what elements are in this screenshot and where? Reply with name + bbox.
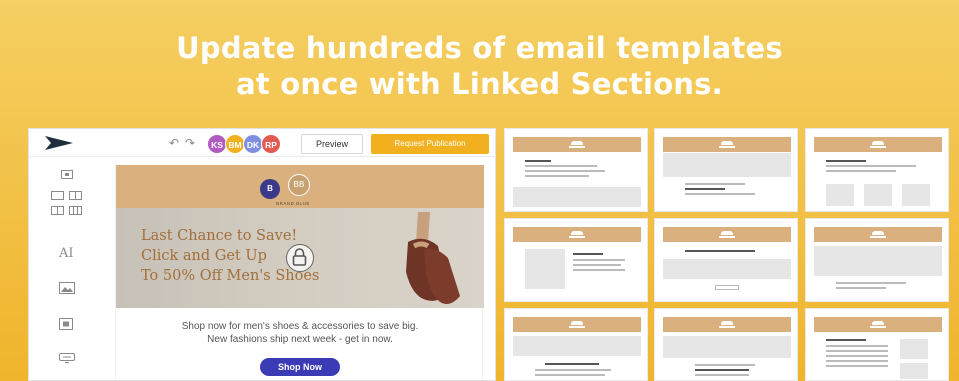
template-thumbnail[interactable] <box>504 128 648 212</box>
email-header[interactable]: B BB BRAND BLUE <box>116 165 484 208</box>
template-thumbnail[interactable] <box>805 308 949 381</box>
headline-line-2: at once with Linked Sections. <box>236 67 723 101</box>
undo-icon[interactable]: ↶ <box>169 136 179 150</box>
hero-line-2: Click and Get Up <box>141 248 267 264</box>
template-thumbnail[interactable] <box>654 308 798 381</box>
email-canvas: B BB BRAND BLUE Last Chance to Save! Cli… <box>115 165 484 380</box>
template-thumbnail[interactable] <box>654 128 798 212</box>
text-block-icon[interactable]: AI <box>59 246 74 261</box>
template-thumbnail[interactable] <box>805 218 949 302</box>
avatar-ks[interactable]: KS <box>207 134 227 154</box>
shoe-photo <box>406 212 460 304</box>
template-thumbnail[interactable] <box>654 218 798 302</box>
hero-line-1: Last Chance to Save! <box>141 228 298 244</box>
headline: Update hundreds of email templates at on… <box>0 30 959 102</box>
headline-line-1: Update hundreds of email templates <box>176 31 783 65</box>
email-editor: ↶ ↷ KS BM DK RP Preview Request Publicat… <box>28 128 496 381</box>
preview-button[interactable]: Preview <box>301 134 363 154</box>
brand-logo-icon: B <box>260 179 280 199</box>
three-column-icon[interactable] <box>51 206 83 215</box>
redo-icon[interactable]: ↷ <box>185 136 195 150</box>
editor-toolbar: ↶ ↷ KS BM DK RP Preview Request Publicat… <box>29 129 495 157</box>
block-sidebar: AI <box>29 158 107 380</box>
two-column-icon[interactable] <box>51 191 83 200</box>
body-line-2: New fashions ship next week - get in now… <box>207 334 393 345</box>
body-line-1: Shop now for men's shoes & accessories t… <box>181 321 419 332</box>
button-icon[interactable] <box>59 353 75 363</box>
template-thumbnail[interactable] <box>504 218 648 302</box>
video-icon[interactable] <box>59 318 73 330</box>
avatar-dk[interactable]: DK <box>243 134 263 154</box>
image-block-icon[interactable] <box>61 170 73 179</box>
brand-monogram-icon: BB <box>288 174 310 196</box>
template-thumbnail[interactable] <box>504 308 648 381</box>
avatar-bm[interactable]: BM <box>225 134 245 154</box>
app-logo-icon <box>45 136 73 150</box>
brand-name: BRAND BLUE <box>276 201 310 206</box>
template-thumbnail[interactable] <box>805 128 949 212</box>
avatar-rp[interactable]: RP <box>261 134 281 154</box>
request-publication-button[interactable]: Request Publication <box>371 134 489 154</box>
shop-now-button[interactable]: Shop Now <box>260 358 340 376</box>
linked-section-lock-icon[interactable] <box>286 244 314 272</box>
email-body-text[interactable]: Shop now for men's shoes & accessories t… <box>116 320 484 346</box>
hero-section[interactable]: Last Chance to Save! Click and Get Up To… <box>116 208 484 308</box>
image-icon[interactable] <box>59 282 75 294</box>
